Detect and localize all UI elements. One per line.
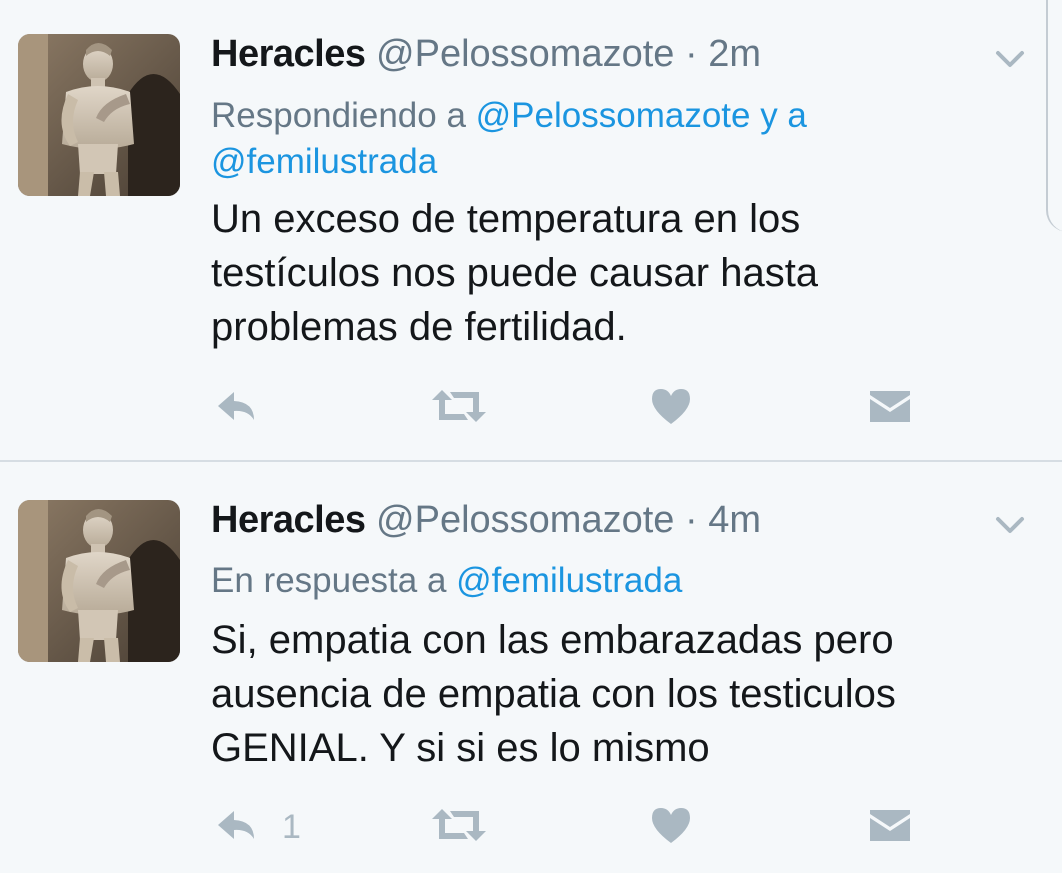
tweet-text-line: ausencia de empatia con los testiculos — [211, 672, 896, 716]
scroll-edge — [1046, 0, 1062, 232]
mention-link[interactable]: @femilustrada — [211, 142, 437, 181]
author-name[interactable]: Heracles — [211, 499, 366, 541]
retweet-icon — [430, 386, 488, 431]
timeline: Heracles @Pelossomazote · 2m Respondiend… — [0, 0, 1062, 873]
author-handle[interactable]: @Pelossomazote — [376, 499, 674, 541]
reply-button[interactable]: 1 — [212, 802, 301, 852]
author-handle[interactable]: @Pelossomazote — [376, 33, 674, 75]
heart-icon — [650, 805, 692, 850]
avatar[interactable] — [18, 34, 180, 196]
tweet-text-line: problemas de fertilidad. — [211, 305, 627, 349]
reply-context-label: En respuesta a — [211, 561, 457, 600]
mention-link[interactable]: @femilustrada — [456, 561, 682, 600]
tweet-text: Si, empatia con las embarazadas pero aus… — [211, 613, 1011, 775]
timestamp[interactable]: 2m — [708, 33, 761, 75]
retweet-button[interactable] — [430, 802, 488, 852]
reply-context-joiner[interactable]: y a — [750, 96, 807, 135]
retweet-icon — [430, 805, 488, 850]
separator: · — [684, 499, 698, 541]
action-bar — [0, 383, 1062, 433]
mention-link[interactable]: @Pelossomazote — [476, 96, 751, 135]
tweet-text-line: Si, empatia con las embarazadas pero — [211, 618, 894, 662]
tweet-text: Un exceso de temperatura en los testícul… — [211, 192, 1011, 354]
reply-count: 1 — [282, 807, 301, 846]
timestamp[interactable]: 4m — [708, 499, 761, 541]
reply-context: En respuesta a @femilustrada — [211, 558, 1011, 604]
tweet-header: Heracles @Pelossomazote · 4m — [211, 498, 761, 542]
heart-icon — [650, 386, 692, 431]
direct-message-button[interactable] — [867, 802, 913, 852]
tweet[interactable]: Heracles @Pelossomazote · 4m En respuest… — [0, 462, 1062, 873]
action-bar: 1 — [0, 802, 1062, 852]
reply-icon — [212, 803, 260, 852]
author-name[interactable]: Heracles — [211, 33, 366, 75]
reply-context: Respondiendo a @Pelossomazote y a @femil… — [211, 93, 1011, 185]
chevron-down-icon[interactable] — [990, 510, 1030, 540]
avatar[interactable] — [18, 500, 180, 662]
envelope-icon — [867, 805, 913, 850]
envelope-icon — [867, 386, 913, 431]
tweet[interactable]: Heracles @Pelossomazote · 2m Respondiend… — [0, 0, 1062, 461]
retweet-button[interactable] — [430, 383, 488, 433]
direct-message-button[interactable] — [867, 383, 913, 433]
tweet-text-line: Un exceso de temperatura en los — [211, 197, 801, 241]
separator: · — [684, 33, 698, 75]
reply-icon — [212, 384, 260, 433]
like-button[interactable] — [650, 383, 692, 433]
tweet-text-line: testículos nos puede causar hasta — [211, 251, 819, 295]
like-button[interactable] — [650, 802, 692, 852]
tweet-text-line: GENIAL. Y si si es lo mismo — [211, 726, 710, 770]
chevron-down-icon[interactable] — [990, 44, 1030, 74]
tweet-header: Heracles @Pelossomazote · 2m — [211, 32, 761, 76]
reply-context-label: Respondiendo a — [211, 96, 476, 135]
reply-button[interactable] — [212, 383, 282, 433]
